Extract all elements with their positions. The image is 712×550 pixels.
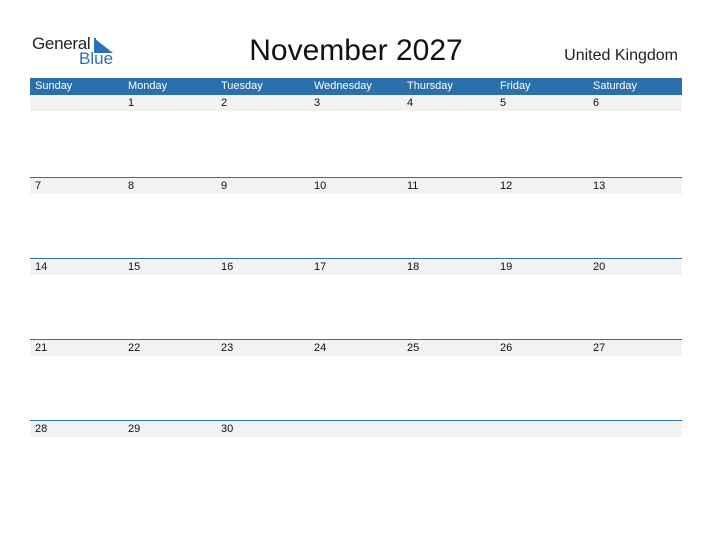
day-cell: 16 xyxy=(221,261,234,273)
day-cell: 25 xyxy=(407,342,420,354)
weekday-tuesday: Tuesday xyxy=(221,80,263,92)
day-cell: 20 xyxy=(593,261,606,273)
day-cell: 23 xyxy=(221,342,234,354)
day-cell: 10 xyxy=(314,180,327,192)
day-cell xyxy=(309,421,402,437)
country-label: United Kingdom xyxy=(564,47,678,64)
day-cell: 17 xyxy=(314,261,327,273)
date-strip: 7 8 9 10 11 12 13 xyxy=(30,178,682,194)
day-cell xyxy=(588,421,682,437)
day-cell: 19 xyxy=(500,261,513,273)
day-cell xyxy=(495,421,588,437)
day-cell: 22 xyxy=(128,342,141,354)
week-row: 21 22 23 24 25 26 27 xyxy=(30,339,682,420)
day-cell: 18 xyxy=(407,261,420,273)
day-cell: 3 xyxy=(314,97,321,109)
date-strip: 14 15 16 17 18 19 20 xyxy=(30,259,682,275)
date-strip: 28 29 30 xyxy=(30,421,682,437)
day-cell: 28 xyxy=(35,423,48,435)
day-cell: 2 xyxy=(221,97,228,109)
day-cell: 8 xyxy=(128,180,135,192)
day-cell: 30 xyxy=(221,423,234,435)
weekday-thursday: Thursday xyxy=(407,80,453,92)
day-cell: 5 xyxy=(500,97,507,109)
weekday-sunday: Sunday xyxy=(35,80,73,92)
week-row: 28 29 30 xyxy=(30,420,682,501)
weekday-saturday: Saturday xyxy=(593,80,638,92)
weekday-wednesday: Wednesday xyxy=(314,80,372,92)
weekday-header: Sunday Monday Tuesday Wednesday Thursday… xyxy=(30,78,682,95)
day-cell: 4 xyxy=(407,97,414,109)
day-cell xyxy=(30,95,123,111)
day-cell: 26 xyxy=(500,342,513,354)
day-cell: 21 xyxy=(35,342,48,354)
day-cell: 7 xyxy=(35,180,42,192)
day-cell: 13 xyxy=(593,180,606,192)
day-cell: 1 xyxy=(128,97,135,109)
calendar-grid: Sunday Monday Tuesday Wednesday Thursday… xyxy=(30,78,682,501)
week-row: 14 15 16 17 18 19 20 xyxy=(30,258,682,339)
day-cell: 9 xyxy=(221,180,228,192)
weekday-monday: Monday xyxy=(128,80,168,92)
day-cell: 14 xyxy=(35,261,48,273)
day-cell: 12 xyxy=(500,180,513,192)
day-cell: 27 xyxy=(593,342,606,354)
week-row: 7 8 9 10 11 12 13 xyxy=(30,177,682,258)
day-cell: 15 xyxy=(128,261,141,273)
weekday-friday: Friday xyxy=(500,80,531,92)
date-strip: 21 22 23 24 25 26 27 xyxy=(30,340,682,356)
week-row: 1 2 3 4 5 6 xyxy=(30,95,682,177)
day-cell: 11 xyxy=(407,180,419,192)
day-cell: 29 xyxy=(128,423,141,435)
day-cell: 24 xyxy=(314,342,327,354)
date-strip: 1 2 3 4 5 6 xyxy=(30,95,682,111)
day-cell: 6 xyxy=(593,97,600,109)
day-cell xyxy=(402,421,495,437)
